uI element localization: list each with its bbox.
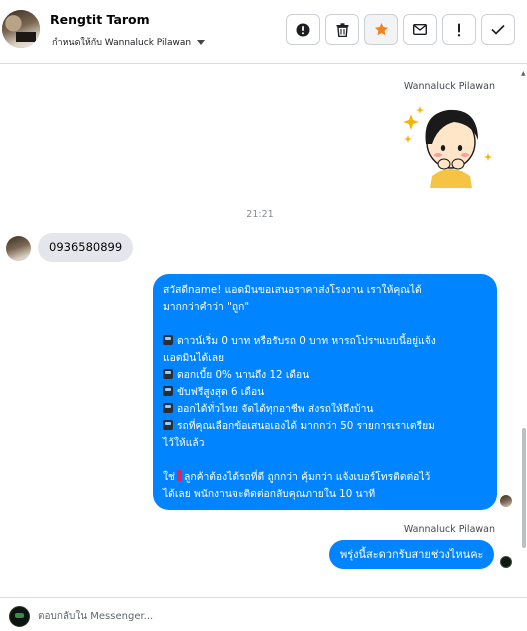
reply-composer [0, 597, 527, 631]
car-emoji-icon [163, 335, 173, 345]
contact-avatar[interactable] [2, 10, 40, 48]
alert-circle-icon [296, 23, 310, 36]
sparkle-icon [403, 114, 419, 130]
car-emoji-icon [163, 420, 173, 430]
star-button[interactable] [364, 14, 398, 45]
chevron-down-icon [197, 39, 206, 45]
message-text-line: สวัสดีname! แอดมินขอเสนอราคาส่งโรงงาน เร… [163, 284, 422, 296]
mail-icon [413, 24, 427, 35]
star-icon [374, 22, 388, 36]
car-emoji-icon [163, 369, 173, 379]
delete-button[interactable] [325, 14, 359, 45]
mark-spam-button[interactable] [286, 14, 320, 45]
mark-done-button[interactable] [481, 14, 515, 45]
exclamation-icon [457, 23, 461, 36]
trash-icon [336, 22, 348, 37]
sticker-image [403, 106, 492, 188]
message-text-line: ได้เลย พนักงานจะติดต่อกลับคุณภายใน 10 นา… [163, 488, 376, 500]
sender-name: Wannaluck Pilawan [403, 81, 495, 92]
assign-label: กำหนดให้กับ Wannaluck Pilawan [52, 38, 192, 48]
seen-avatar [500, 556, 512, 568]
message-text-line: ขับฟรีสูงสุด 6 เดือน [177, 386, 265, 398]
message-text-line: ไว้ให้แล้ว [163, 437, 205, 449]
message-text-line: ออกได้ทั่วไทย จัดได้ทุกอาชีพ ส่งรถให้ถึง… [177, 403, 374, 415]
check-icon [491, 24, 505, 35]
follow-up-button[interactable] [442, 14, 476, 45]
message-text-line: มากกว่าคำว่า "ถูก" [163, 301, 250, 313]
exclamation-emoji-icon [177, 470, 183, 481]
contact-avatar-small[interactable] [6, 236, 31, 261]
car-emoji-icon [163, 386, 173, 396]
outgoing-message-bubble[interactable]: พรุ่งนี้สะดวกรับสายช่วงไหนคะ [329, 540, 495, 569]
page-avatar [9, 606, 30, 627]
conversation-scrollbar[interactable] [520, 68, 527, 596]
outgoing-message-bubble[interactable]: สวัสดีname! แอดมินขอเสนอราคาส่งโรงงาน เร… [153, 274, 497, 510]
message-text-line: ดอกเบี้ย 0% นานถึง 12 เดือน [177, 369, 310, 381]
seen-avatar [500, 495, 512, 507]
incoming-message-bubble[interactable]: 0936580899 [38, 233, 134, 262]
message-timestamp: 21:21 [246, 209, 274, 220]
car-emoji-icon [163, 403, 173, 413]
message-text-line: แอดมินได้เลย [163, 352, 225, 364]
mark-unread-button[interactable] [403, 14, 437, 45]
message-text-line: ลูกค้าต้องได้รถที่ดี ถูกกว่า คุ้มกว่า แจ… [184, 471, 431, 483]
message-text-fragment: ใช่ [163, 471, 176, 483]
conversation-header: Rengtit Tarom กำหนดให้กับ Wannaluck Pila… [0, 0, 527, 64]
reply-input[interactable] [38, 607, 508, 625]
action-toolbar [286, 14, 515, 45]
message-text-line: ดาวน์เริ่ม 0 บาท หรือรับรถ 0 บาท หารถโปร… [177, 335, 436, 347]
scroll-up-arrow-icon[interactable]: ▲ [521, 70, 526, 77]
scrollbar-thumb[interactable] [522, 428, 526, 548]
sender-name: Wannaluck Pilawan [403, 524, 495, 535]
message-text-line: รถที่คุณเลือกข้อเสนอเองได้ มากกว่า 50 รา… [177, 420, 435, 432]
contact-name[interactable]: Rengtit Tarom [50, 12, 150, 27]
assign-dropdown[interactable]: กำหนดให้กับ Wannaluck Pilawan [52, 35, 206, 49]
